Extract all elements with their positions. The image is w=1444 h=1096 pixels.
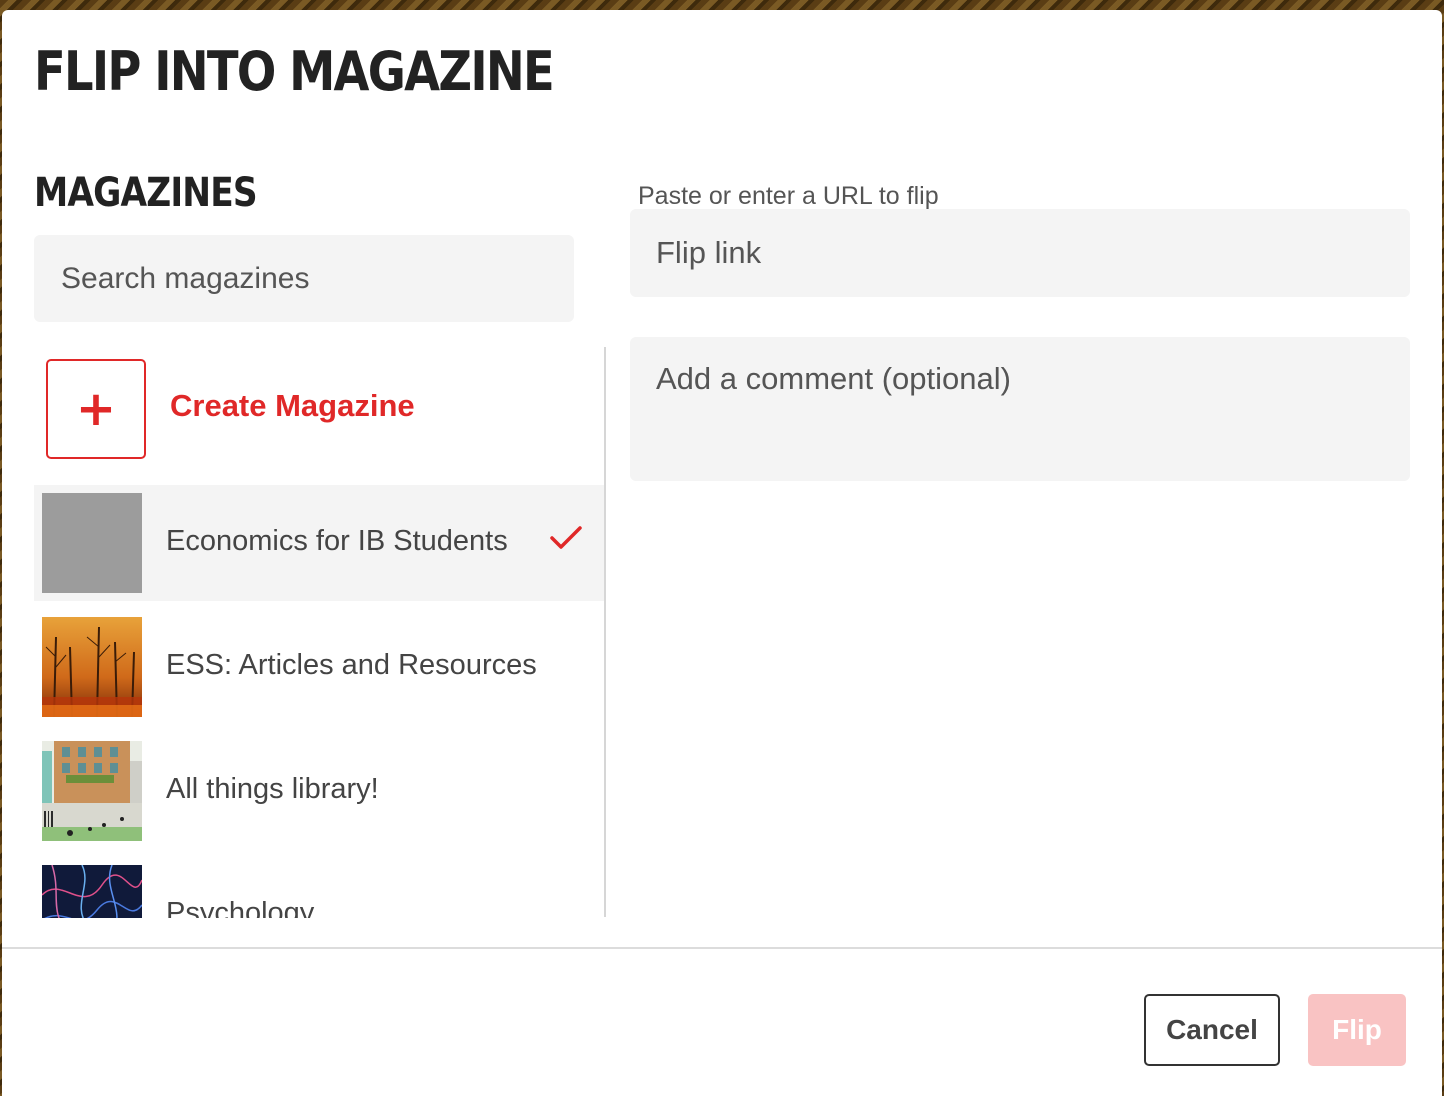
magazine-item-label: ESS: Articles and Resources — [166, 649, 537, 681]
magazine-thumbnail — [42, 493, 142, 593]
magazine-list[interactable]: + Create Magazine Economics for IB Stude… — [34, 348, 605, 918]
neuron-thumbnail — [42, 865, 142, 918]
flip-link-input[interactable] — [630, 209, 1410, 297]
magazine-item-economics[interactable]: Economics for IB Students — [34, 485, 605, 601]
library-thumbnail — [42, 741, 142, 841]
create-magazine-box[interactable]: + — [46, 359, 146, 459]
footer-divider — [2, 947, 1442, 949]
plus-icon: + — [75, 381, 117, 437]
magazine-thumbnail — [42, 617, 142, 717]
forest-fire-thumbnail — [42, 617, 142, 717]
magazine-item-label: Economics for IB Students — [166, 525, 508, 557]
magazine-item-ess[interactable]: ESS: Articles and Resources — [34, 609, 605, 725]
flip-into-magazine-dialog: FLIP INTO MAGAZINE MAGAZINES + Create Ma… — [2, 10, 1442, 1096]
comment-field[interactable] — [630, 337, 1410, 481]
flip-button[interactable]: Flip — [1308, 994, 1406, 1066]
magazine-thumbnail — [42, 741, 142, 841]
magazine-thumbnail — [42, 865, 142, 918]
magazine-item-label: All things library! — [166, 773, 379, 805]
create-magazine-label: Create Magazine — [170, 388, 415, 423]
column-divider — [604, 347, 606, 917]
cancel-button[interactable]: Cancel — [1144, 994, 1280, 1066]
checkmark-icon — [550, 526, 582, 549]
magazine-item-library[interactable]: All things library! — [34, 733, 605, 849]
create-magazine-button[interactable]: + Create Magazine — [34, 348, 605, 474]
url-field-label: Paste or enter a URL to flip — [638, 182, 939, 210]
magazine-item-psychology[interactable]: Psychology — [34, 857, 605, 918]
magazines-heading: MAGAZINES — [34, 170, 258, 216]
dialog-title: FLIP INTO MAGAZINE — [34, 40, 555, 103]
search-magazines-input[interactable] — [34, 235, 574, 322]
magazine-item-label: Psychology — [166, 897, 315, 918]
